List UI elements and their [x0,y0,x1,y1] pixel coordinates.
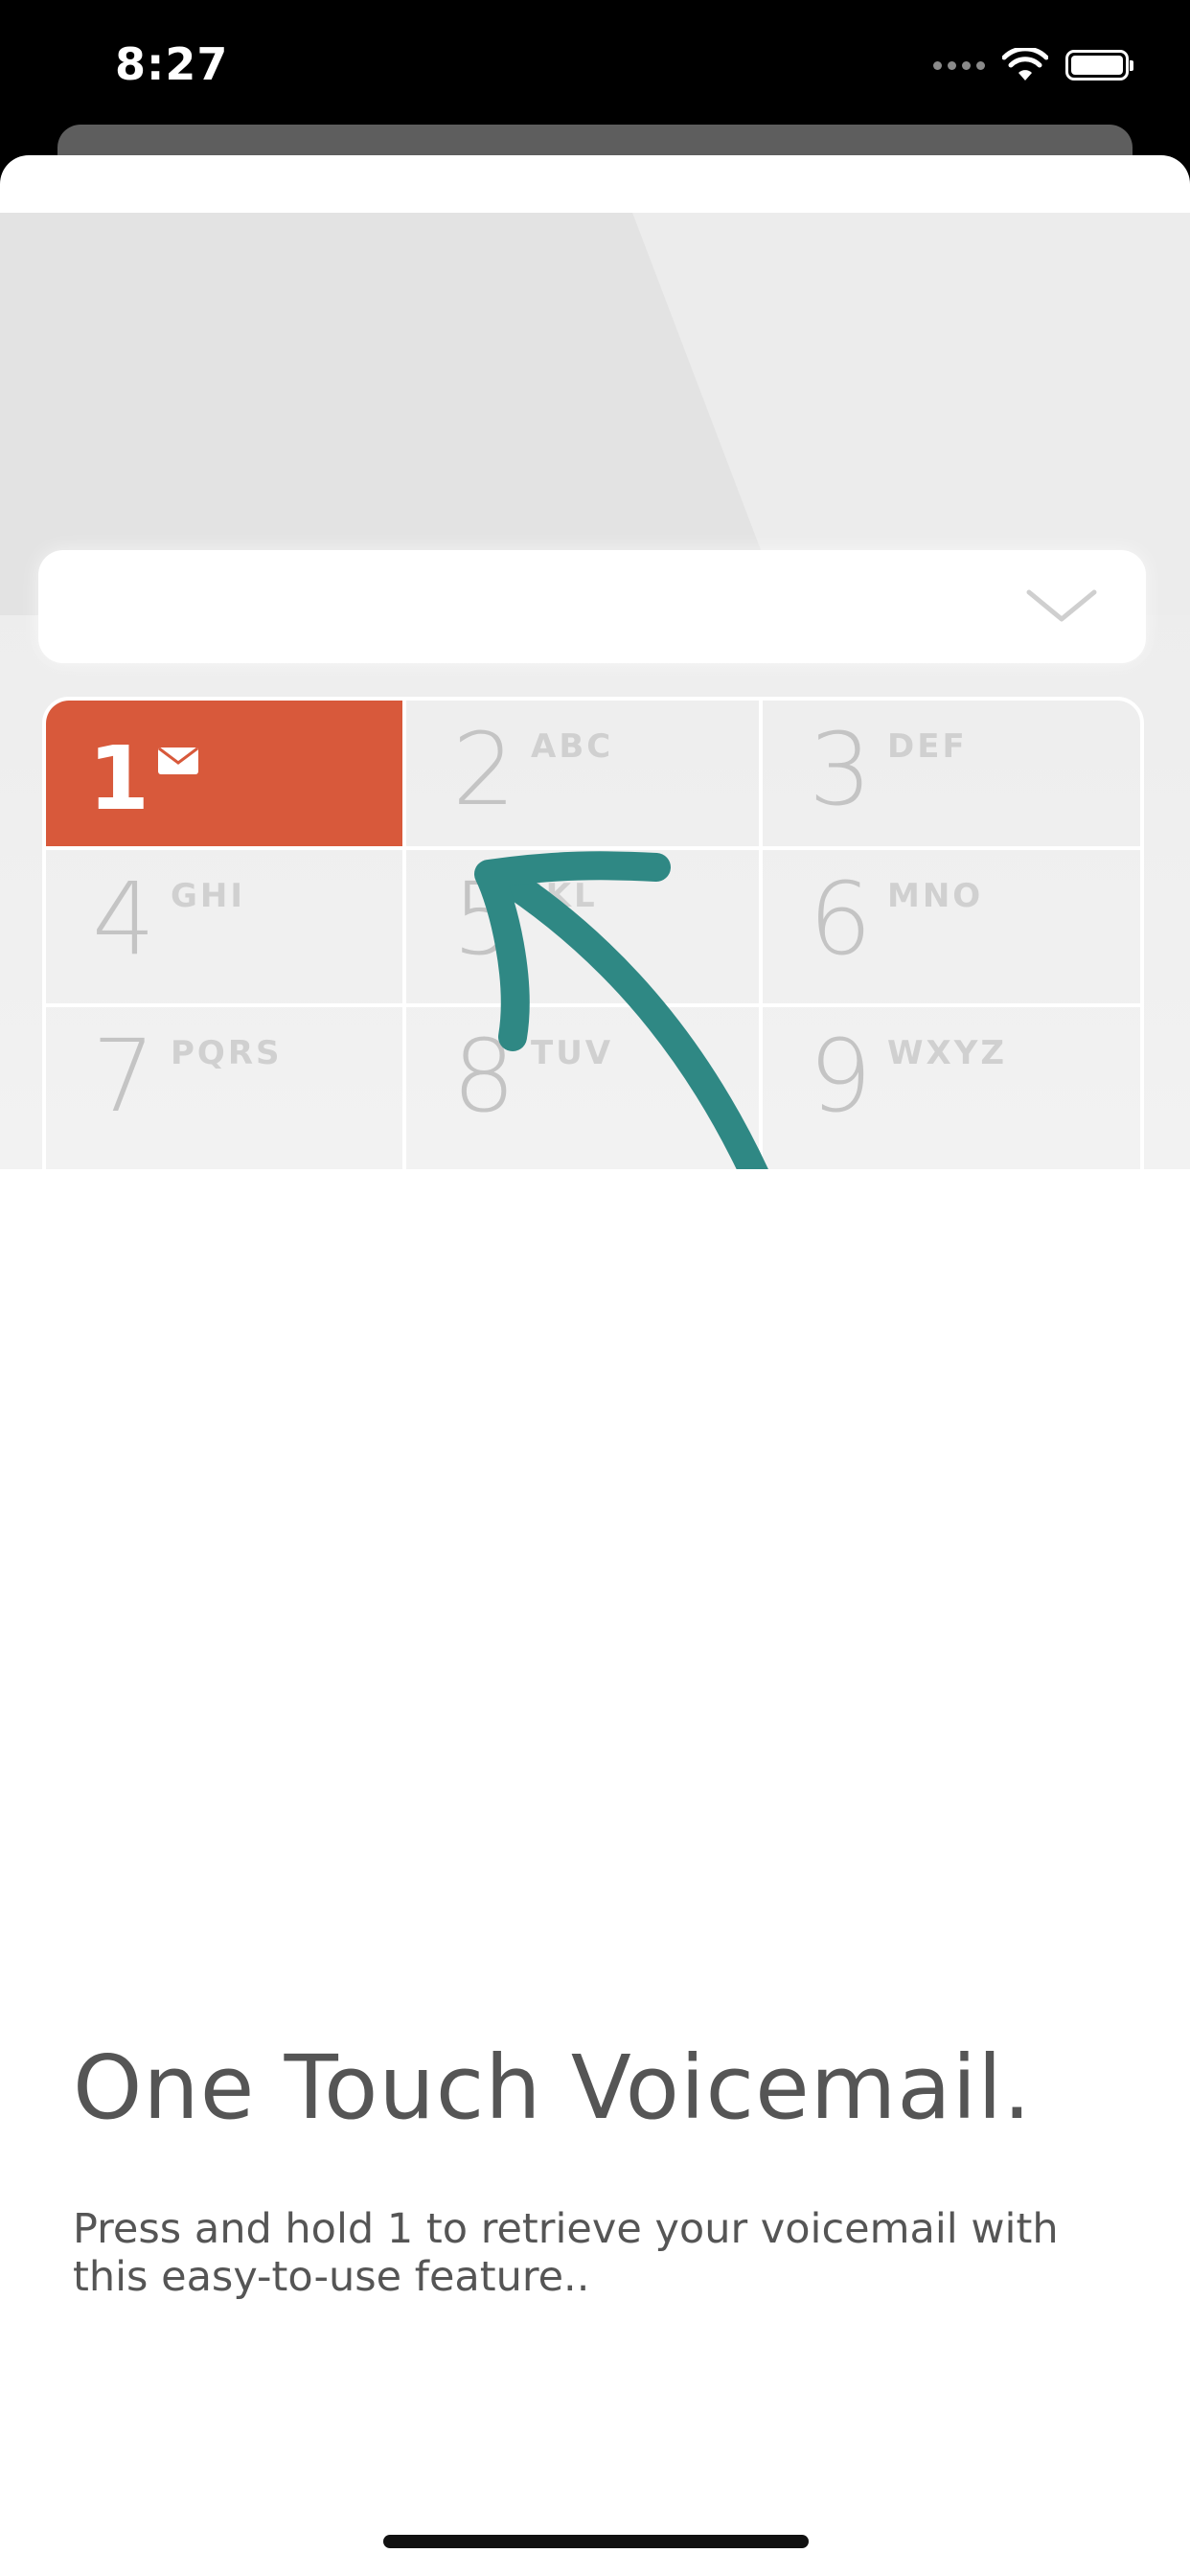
key-3: 3 DEF [763,701,1140,850]
status-bar: 8:27 [0,0,1190,125]
chevron-down-icon [1026,589,1097,622]
onboarding-title: One Touch Voicemail. [73,2036,1033,2139]
wifi-icon [1002,48,1048,80]
battery-icon [1065,50,1133,80]
onboarding-description: Press and hold 1 to retrieve your voicem… [73,2205,1059,2301]
keypad-preview-image: 1 2 ABC 3 DEF 4 GHI 5 JKL 6 MNO 7 PQRS 8… [0,213,1190,1169]
key-2: 2 ABC [406,701,763,850]
key-1-voicemail: 1 [46,701,406,850]
key-8: 8 TUV [406,1007,763,1169]
home-indicator[interactable] [383,2535,809,2548]
onboarding-sheet: 1 2 ABC 3 DEF 4 GHI 5 JKL 6 MNO 7 PQRS 8… [0,155,1190,2576]
key-9: 9 WXYZ [763,1007,1140,1169]
account-dropdown [38,550,1146,663]
mail-icon [158,747,198,774]
status-time: 8:27 [115,38,229,90]
key-5: 5 JKL [406,850,763,1007]
key-4: 4 GHI [46,850,406,1007]
key-7: 7 PQRS [46,1007,406,1169]
cellular-signal-icon [933,60,985,70]
dial-keypad: 1 2 ABC 3 DEF 4 GHI 5 JKL 6 MNO 7 PQRS 8… [42,697,1144,1169]
status-icons [933,44,1133,86]
key-6: 6 MNO [763,850,1140,1007]
